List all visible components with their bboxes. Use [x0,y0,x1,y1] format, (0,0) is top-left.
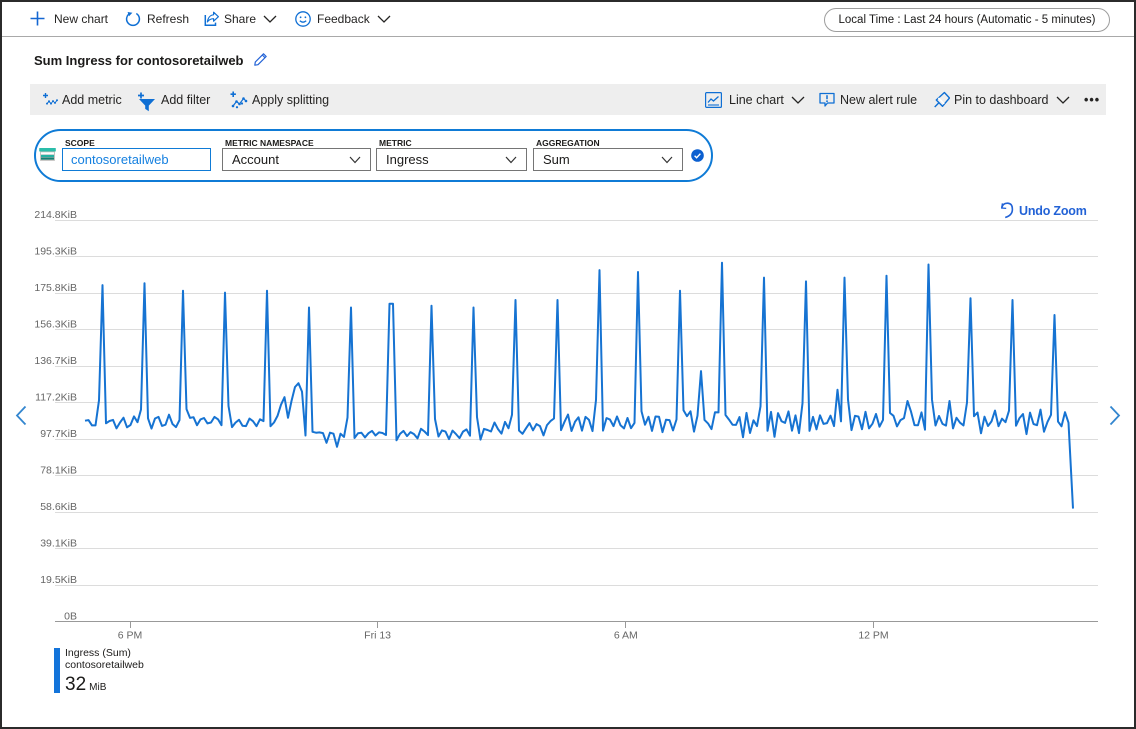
svg-text:214.8KiB: 214.8KiB [34,209,77,221]
svg-text:97.7KiB: 97.7KiB [40,428,77,440]
svg-text:117.2KiB: 117.2KiB [35,392,77,404]
svg-text:0B: 0B [64,611,77,623]
svg-text:39.1KiB: 39.1KiB [40,538,77,550]
svg-text:58.6KiB: 58.6KiB [40,501,77,513]
svg-text:136.7KiB: 136.7KiB [34,355,77,367]
svg-text:19.5KiB: 19.5KiB [40,574,77,586]
svg-text:Fri 13: Fri 13 [364,630,391,642]
svg-text:78.1KiB: 78.1KiB [40,465,77,477]
svg-text:175.8KiB: 175.8KiB [34,282,77,294]
svg-text:156.3KiB: 156.3KiB [34,319,77,331]
svg-text:12 PM: 12 PM [858,630,888,642]
svg-text:195.3KiB: 195.3KiB [34,246,77,258]
svg-text:6 PM: 6 PM [118,630,143,642]
svg-text:6 AM: 6 AM [614,630,638,642]
